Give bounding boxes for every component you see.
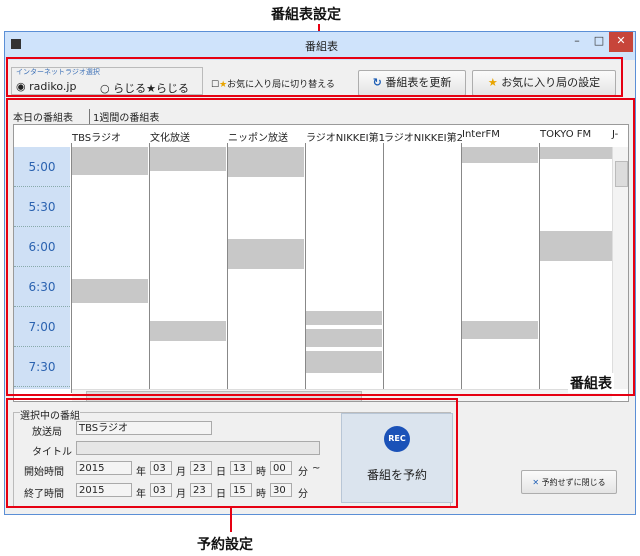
minimize-icon[interactable]: – [567, 32, 587, 52]
close-small-icon: ✕ [532, 478, 540, 487]
maximize-icon[interactable]: □ [589, 32, 609, 52]
window-title: 番組表 [305, 40, 338, 53]
annotation-box-grid [6, 98, 635, 396]
annotation-box-reserve [6, 398, 458, 508]
app-icon [11, 39, 21, 49]
annotation-schedule-settings: 番組表設定 [271, 7, 341, 23]
title-bar: 番組表 – □ ✕ [5, 32, 635, 60]
close-without-reserve-label: 予約せずに閉じる [541, 478, 606, 487]
annotation-line-bottom [230, 508, 232, 532]
annotation-program-grid: 番組表 [568, 373, 614, 393]
close-icon[interactable]: ✕ [609, 32, 633, 52]
close-without-reserve-button[interactable]: ✕ 予約せずに閉じる [521, 470, 617, 494]
annotation-reserve-settings: 予約設定 [197, 537, 253, 553]
annotation-box-toolbar [6, 57, 623, 97]
